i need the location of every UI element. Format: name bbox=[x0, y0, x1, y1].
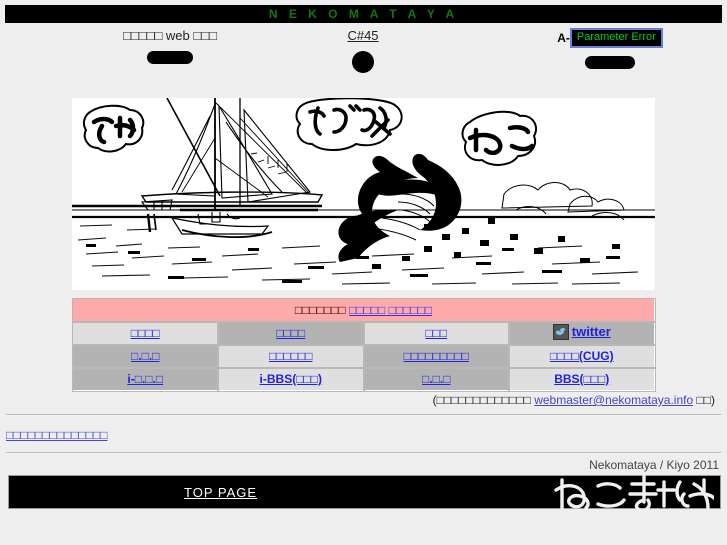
divider-bottom bbox=[6, 452, 721, 454]
footer-bar: TOP PAGE bbox=[8, 474, 721, 513]
link-cell-r3c1[interactable]: i-□.□.□ bbox=[71, 366, 219, 392]
link-r2c1[interactable]: □.□.□ bbox=[131, 349, 159, 363]
header-nav: □□□□□ web □□□ C#45 A- Parameter Error bbox=[0, 25, 727, 81]
link-r3c3[interactable]: □.□.□ bbox=[422, 372, 450, 386]
parameter-error-badge: Parameter Error bbox=[569, 28, 663, 48]
table-row: □.□.□ □□□□□□ □□□□□□□□□ □□□□(CUG) bbox=[71, 343, 656, 369]
sailboat-cat-illustration bbox=[72, 98, 655, 290]
banner-link[interactable]: □□□□□ □□□□□□ bbox=[349, 303, 432, 317]
table-row-banner: □□□□□□□ □□□□□ □□□□□□ bbox=[71, 297, 656, 323]
nekomataya-brush-logo bbox=[554, 474, 714, 513]
link-r1c1[interactable]: □□□□ bbox=[131, 326, 160, 340]
site-link[interactable]: □□□□□□□□□□□□□□ bbox=[6, 428, 107, 442]
link-r2c3[interactable]: □□□□□□□□□ bbox=[404, 349, 469, 363]
contact-line: (□□□□□□□□□□□□□ webmaster@nekomataya.info… bbox=[0, 393, 715, 407]
link-cell-r1c3[interactable]: □□□ bbox=[362, 320, 510, 346]
link-cell-r2c1[interactable]: □.□.□ bbox=[71, 343, 219, 369]
link-cell-r2c3[interactable]: □□□□□□□□□ bbox=[362, 343, 510, 369]
link-r2c4[interactable]: □□□□(CUG) bbox=[550, 349, 614, 363]
top-page-link[interactable]: TOP PAGE bbox=[184, 485, 257, 500]
error-prefix-label: A- bbox=[557, 31, 570, 45]
link-cell-r2c2[interactable]: □□□□□□ bbox=[217, 343, 365, 369]
link-twitter[interactable]: twitter bbox=[572, 324, 611, 339]
header-link-csharp[interactable]: C#45 bbox=[313, 28, 413, 43]
contact-suffix-text: □□ bbox=[696, 393, 712, 407]
header-column-web: □□□□□ web □□□ bbox=[70, 28, 270, 64]
header-column-error: A- Parameter Error bbox=[530, 28, 690, 69]
table-row: i-□.□.□ i-BBS(□□□) □.□.□ BBS(□□□) bbox=[71, 366, 656, 392]
link-r1c3[interactable]: □□□ bbox=[425, 326, 447, 340]
link-cell-r1c2[interactable]: □□□□ bbox=[217, 320, 365, 346]
contact-close-paren: ) bbox=[711, 393, 715, 407]
link-cell-r3c4[interactable]: BBS(□□□) bbox=[508, 366, 656, 392]
webmaster-email-link[interactable]: webmaster@nekomataya.info bbox=[534, 393, 693, 407]
twitter-bird-icon bbox=[552, 323, 569, 340]
link-cell-r3c2[interactable]: i-BBS(□□□) bbox=[217, 366, 365, 392]
link-cell-r1c1[interactable]: □□□□ bbox=[71, 320, 219, 346]
header-blob-dot-icon bbox=[352, 51, 374, 73]
link-table: □□□□□□□ □□□□□ □□□□□□ □□□□ □□□□ □□□ twitt… bbox=[71, 297, 656, 392]
header-blob-right-icon bbox=[585, 56, 635, 69]
link-cell-twitter[interactable]: twitter bbox=[508, 320, 656, 346]
divider-top bbox=[6, 414, 721, 416]
link-r1c2[interactable]: □□□□ bbox=[276, 326, 305, 340]
banner-cell: □□□□□□□ □□□□□ □□□□□□ bbox=[71, 297, 656, 323]
link-cell-r3c3[interactable]: □.□.□ bbox=[362, 366, 510, 392]
link-r3c4[interactable]: BBS(□□□) bbox=[554, 372, 609, 386]
illustration-drawing bbox=[72, 98, 655, 290]
header-blob-left-icon bbox=[147, 51, 193, 64]
link-r3c2[interactable]: i-BBS(□□□) bbox=[260, 372, 322, 386]
link-r2c2[interactable]: □□□□□□ bbox=[269, 349, 313, 363]
site-title-bar: N E K O M A T A Y A bbox=[5, 5, 722, 23]
parameter-error-row: A- Parameter Error bbox=[530, 28, 690, 48]
header-label-web: □□□□□ web □□□ bbox=[123, 28, 217, 43]
banner-static-text: □□□□□□□ bbox=[294, 303, 346, 317]
link-cell-r2c4[interactable]: □□□□(CUG) bbox=[508, 343, 656, 369]
header-column-csharp: C#45 bbox=[313, 28, 413, 73]
page-title: N E K O M A T A Y A bbox=[268, 7, 459, 21]
link-r3c1[interactable]: i-□.□.□ bbox=[127, 372, 163, 386]
contact-prefix-text: □□□□□□□□□□□□□ bbox=[436, 393, 531, 407]
table-row: □□□□ □□□□ □□□ twitter bbox=[71, 320, 656, 346]
